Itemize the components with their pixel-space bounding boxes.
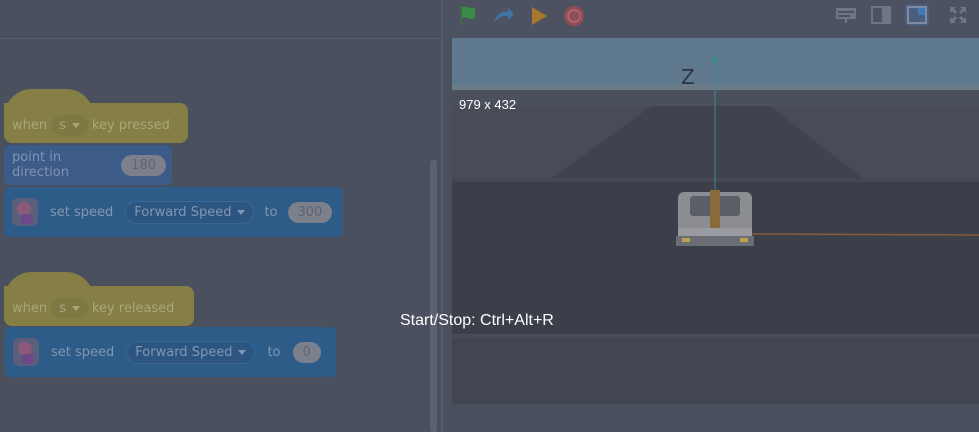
editor-window: when s key pressed point in direction 18… (0, 0, 979, 432)
stage-canvas[interactable]: Z (452, 38, 979, 404)
robot-extension-icon (13, 338, 39, 366)
set-speed-to-label: to (267, 344, 281, 360)
car-sprite (676, 190, 754, 246)
speed-value-input[interactable]: 300 (287, 201, 333, 223)
axis-z-label: Z (681, 65, 695, 89)
hat-suffix-label: key pressed (91, 117, 170, 133)
set-speed-label: set speed (50, 204, 114, 220)
presentation-icon[interactable] (834, 4, 858, 26)
stage-toolbar (443, 0, 979, 30)
screenshot-size-label: 979 x 432 (459, 97, 517, 112)
key-dropdown[interactable]: s (51, 114, 88, 136)
large-stage-icon[interactable] (905, 4, 929, 26)
set-speed-block[interactable]: set speed Forward Speed to 300 (4, 187, 343, 237)
robot-extension-icon (12, 198, 38, 226)
chevron-down-icon (238, 349, 247, 355)
stage-footer (443, 404, 979, 432)
script-area[interactable]: when s key pressed point in direction 18… (0, 0, 443, 432)
point-in-direction-label: point in direction (12, 150, 69, 180)
chevron-down-icon (71, 122, 80, 128)
script-scrollbar[interactable] (430, 160, 437, 432)
key-dropdown-value: s (59, 300, 66, 316)
set-speed-to-label: to (264, 204, 278, 220)
stop-icon[interactable] (561, 3, 587, 29)
shortcut-hint: Start/Stop: Ctrl+Alt+R (400, 312, 554, 329)
when-key-released-hat-block[interactable]: when s key released (4, 272, 194, 326)
hat-suffix-label: key released (91, 300, 175, 316)
script-area-divider (0, 38, 443, 39)
stage-scene (452, 38, 979, 404)
speed-value-input[interactable]: 0 (292, 341, 321, 363)
play-icon[interactable] (526, 3, 552, 29)
hat-when-label: when (12, 117, 48, 133)
speed-param-value: Forward Speed (135, 344, 233, 360)
turbo-arrow-icon[interactable] (490, 3, 516, 29)
point-in-direction-block[interactable]: point in direction 180 (4, 145, 172, 185)
speed-param-dropdown[interactable]: Forward Speed (126, 340, 256, 364)
speed-param-dropdown[interactable]: Forward Speed (125, 200, 255, 224)
key-dropdown[interactable]: s (51, 297, 88, 319)
hat-when-label: when (12, 300, 48, 316)
set-speed-block[interactable]: set speed Forward Speed to 0 (5, 327, 336, 377)
set-speed-label: set speed (51, 344, 115, 360)
chevron-down-icon (71, 305, 80, 311)
when-key-pressed-hat-block[interactable]: when s key pressed (4, 89, 188, 143)
stage-gutter (443, 38, 452, 404)
speed-param-value: Forward Speed (134, 204, 232, 220)
key-dropdown-value: s (59, 117, 66, 133)
green-flag-icon[interactable] (455, 3, 481, 29)
direction-input[interactable]: 180 (121, 154, 166, 176)
chevron-down-icon (237, 209, 246, 215)
small-stage-icon[interactable] (869, 4, 893, 26)
fullscreen-icon[interactable] (946, 4, 970, 26)
